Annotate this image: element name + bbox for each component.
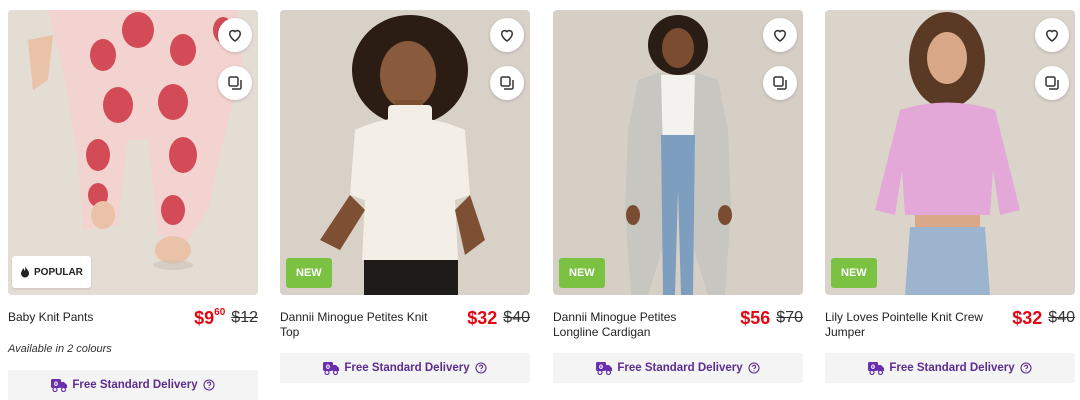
product-name[interactable]: Dannii Minogue Petites Longline Cardigan: [553, 310, 713, 340]
new-badge: NEW: [559, 258, 605, 288]
delivery-banner[interactable]: 0 Free Standard Delivery: [8, 370, 258, 400]
wishlist-button[interactable]: [1035, 18, 1069, 52]
flame-icon: [21, 266, 29, 278]
quick-view-button[interactable]: [1035, 66, 1069, 100]
help-circle-icon[interactable]: [475, 362, 487, 374]
quick-view-button[interactable]: [490, 66, 524, 100]
delivery-label: Free Standard Delivery: [344, 362, 470, 374]
heart-icon: [773, 29, 787, 42]
product-name[interactable]: Lily Loves Pointelle Knit Crew Jumper: [825, 310, 985, 340]
was-price: $40: [1048, 309, 1075, 326]
was-price: $40: [503, 309, 530, 326]
sale-price: $32: [1012, 308, 1043, 328]
delivery-banner[interactable]: 0 Free Standard Delivery: [280, 353, 530, 383]
help-circle-icon[interactable]: [203, 379, 215, 391]
truck-icon: 0: [596, 361, 613, 375]
wishlist-button[interactable]: [490, 18, 524, 52]
quick-view-button[interactable]: [763, 66, 797, 100]
sale-price-cents: 60: [214, 307, 226, 318]
truck-icon: 0: [868, 361, 885, 375]
quick-view-icon: [1045, 76, 1059, 90]
new-badge: NEW: [286, 258, 332, 288]
product-photo-cardigan: [553, 10, 803, 295]
product-name[interactable]: Baby Knit Pants: [8, 310, 168, 325]
was-price: $12: [231, 309, 258, 326]
delivery-banner[interactable]: 0 Free Standard Delivery: [553, 353, 803, 383]
delivery-label: Free Standard Delivery: [889, 362, 1015, 374]
product-photo-jumper: [825, 10, 1075, 295]
was-price: $70: [776, 309, 803, 326]
product-image[interactable]: POPULAR: [8, 10, 258, 295]
help-circle-icon[interactable]: [748, 362, 760, 374]
price-block: $32 $40: [467, 307, 530, 329]
svg-text:0: 0: [599, 364, 603, 371]
product-image[interactable]: NEW: [553, 10, 803, 295]
price-block: $32 $40: [1012, 307, 1075, 329]
sale-price: $56: [740, 308, 771, 328]
colours-note: Available in 2 colours: [8, 343, 112, 355]
truck-icon: 0: [323, 361, 340, 375]
svg-text:0: 0: [871, 364, 875, 371]
product-photo-baby-knit-pants: [8, 10, 258, 295]
product-photo-knit-top: [280, 10, 530, 295]
new-badge: NEW: [831, 258, 877, 288]
heart-icon: [1045, 29, 1059, 42]
popular-badge: POPULAR: [12, 256, 91, 288]
sale-price: $32: [467, 308, 498, 328]
delivery-banner[interactable]: 0 Free Standard Delivery: [825, 353, 1075, 383]
quick-view-icon: [500, 76, 514, 90]
wishlist-button[interactable]: [218, 18, 252, 52]
delivery-label: Free Standard Delivery: [72, 379, 198, 391]
sale-price: $960: [194, 307, 226, 329]
price-block: $960 $12: [194, 307, 258, 329]
quick-view-icon: [228, 76, 242, 90]
heart-icon: [228, 29, 242, 42]
badge-label: POPULAR: [34, 266, 83, 278]
quick-view-button[interactable]: [218, 66, 252, 100]
quick-view-icon: [773, 76, 787, 90]
product-image[interactable]: NEW: [825, 10, 1075, 295]
svg-text:0: 0: [54, 381, 58, 388]
delivery-label: Free Standard Delivery: [617, 362, 743, 374]
help-circle-icon[interactable]: [1020, 362, 1032, 374]
product-name[interactable]: Dannii Minogue Petites Knit Top: [280, 310, 440, 340]
svg-text:0: 0: [326, 364, 330, 371]
heart-icon: [500, 29, 514, 42]
price-block: $56 $70: [740, 307, 803, 329]
truck-icon: 0: [51, 378, 68, 392]
product-image[interactable]: NEW: [280, 10, 530, 295]
wishlist-button[interactable]: [763, 18, 797, 52]
